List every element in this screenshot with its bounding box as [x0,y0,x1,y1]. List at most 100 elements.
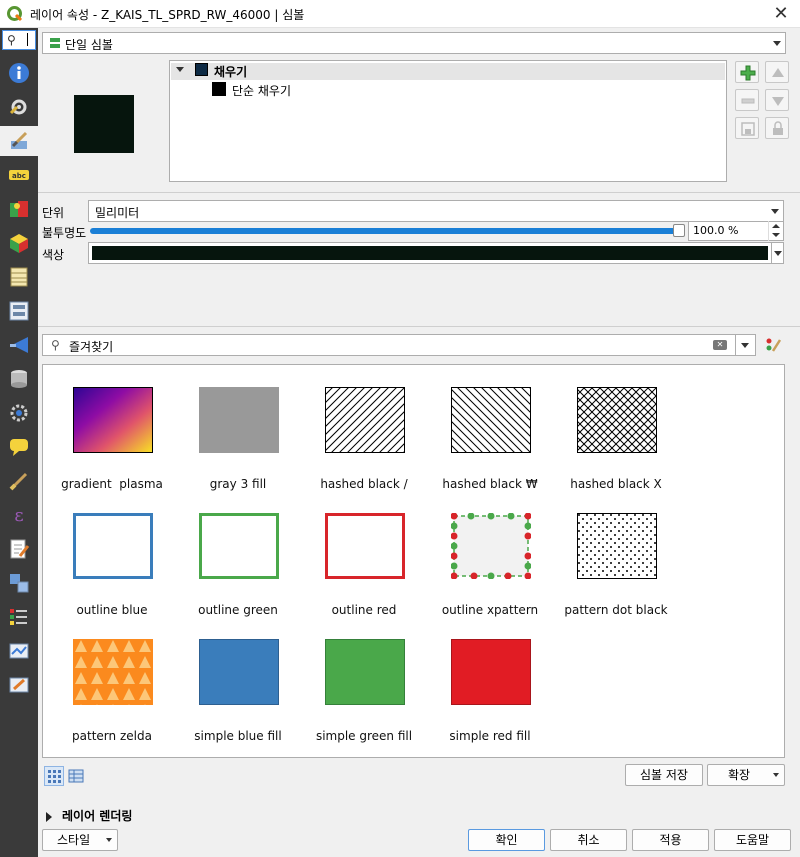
symbol-name: pattern zelda [72,729,152,743]
style-manager-icon[interactable] [764,336,782,354]
help-button[interactable]: 도움말 [714,829,791,851]
symbol-item[interactable]: gray 3 fill [175,375,301,501]
color-dropdown-button[interactable] [772,242,784,264]
pattern-dot-swatch [577,513,657,579]
sidebar-item-joins[interactable] [4,330,34,360]
symbol-name: gradient plasma [61,477,163,491]
symbol-item[interactable]: outline blue [49,501,175,627]
symbol-name: pattern dot black [564,603,668,617]
symbol-item[interactable]: outline xpattern [427,501,553,627]
duplicate-icon [741,122,755,136]
symbol-item[interactable]: hashed black ₩ [427,375,553,501]
grid-view-icon [48,770,61,783]
simple-blue-fill-swatch [199,639,279,705]
properties-sidebar: ⚲ abc ε [0,28,38,857]
style-label: 스타일 [57,833,91,847]
sidebar-item-metadata[interactable] [4,534,34,564]
sidebar-item-display[interactable] [4,432,34,462]
symbol-item[interactable]: simple green fill [301,627,427,753]
unit-value: 밀리미터 [95,206,140,220]
sidebar-item-masks[interactable] [4,194,34,224]
unit-select[interactable]: 밀리미터 [88,200,784,222]
color-label: 색상 [42,248,65,262]
icon-view-button[interactable] [44,766,64,786]
expand-triangle-icon[interactable] [46,812,52,822]
symbol-item[interactable]: hashed black / [301,375,427,501]
symbol-item[interactable]: simple red fill [427,627,553,753]
search-icon: ⚲ [7,33,16,47]
symbol-item[interactable]: simple blue fill [175,627,301,753]
hashed-cross-swatch [577,387,657,453]
save-symbol-button[interactable]: 심볼 저장 [625,764,703,786]
sidebar-item-dependencies[interactable] [4,568,34,598]
symbology-panel: 단일 심볼 채우기 단순 채우기 단위 밀리미터 불투명도 100.0 % 색상… [38,28,800,857]
symbol-name: hashed black / [320,477,408,491]
sidebar-search-input[interactable]: ⚲ [2,30,36,50]
simple-green-fill-swatch [325,639,405,705]
cancel-button[interactable]: 취소 [550,829,627,851]
opacity-slider-track[interactable] [90,228,682,234]
clear-icon[interactable]: ✕ [713,340,727,350]
symbol-preview [74,95,134,153]
arrow-down-icon [772,97,784,106]
symbol-item[interactable]: gradient plasma [49,375,175,501]
advanced-button[interactable]: 확장 [707,764,785,786]
symbol-name: gray 3 fill [209,477,267,491]
spin-down-icon[interactable] [772,233,780,237]
sidebar-item-auxiliary-storage[interactable] [4,364,34,394]
sidebar-item-symbology[interactable] [0,126,38,156]
chevron-down-icon [774,251,782,256]
symbol-layer-tree[interactable]: 채우기 단순 채우기 [169,60,727,182]
symbol-item[interactable]: pattern zelda [49,627,175,753]
add-symbol-layer-button[interactable] [735,61,759,83]
opacity-slider-handle[interactable] [673,224,685,237]
remove-symbol-layer-button[interactable] [735,89,759,111]
symbol-item[interactable]: pattern dot black [553,501,679,627]
legend-icon [10,609,27,625]
lock-layer-button[interactable] [765,117,789,139]
color-button[interactable] [88,242,772,264]
3d-cube-icon [10,234,28,253]
list-view-button[interactable] [66,766,86,786]
opacity-spin-buttons[interactable] [768,221,782,241]
tree-row-fill[interactable] [171,63,725,80]
duplicate-layer-button[interactable] [735,117,759,139]
sidebar-item-attributes-form[interactable] [4,296,34,326]
divider [38,326,800,327]
variables-epsilon-icon: ε [14,505,23,526]
sidebar-item-source[interactable] [4,92,34,122]
sidebar-item-qgis-server[interactable] [4,636,34,666]
symbol-item[interactable]: hashed black X [553,375,679,501]
symbology-brush-icon [11,131,28,149]
apply-button[interactable]: 적용 [632,829,709,851]
sidebar-item-variables[interactable]: ε [4,500,34,530]
sidebar-item-actions[interactable] [4,398,34,428]
sidebar-item-fields[interactable] [4,262,34,292]
sidebar-item-3d-view[interactable] [4,228,34,258]
style-menu-button[interactable]: 스타일 [42,829,118,851]
tree-label-simple-fill[interactable]: 단순 채우기 [232,82,291,99]
symbol-item[interactable]: outline red [301,501,427,627]
rendering-brush-icon [9,472,28,491]
move-up-button[interactable] [765,61,789,83]
renderer-type-select[interactable]: 단일 심볼 [42,32,786,54]
spin-up-icon[interactable] [772,224,780,228]
tree-label-fill: 채우기 [214,65,248,79]
expand-triangle-icon[interactable] [176,67,184,72]
layer-rendering-section[interactable]: 레이어 렌더링 [62,807,132,824]
sidebar-item-labels[interactable]: abc [4,160,34,190]
ok-button[interactable]: 확인 [468,829,545,851]
unit-label: 단위 [42,206,65,220]
tag-filter-dropdown[interactable] [736,334,756,356]
symbol-search-input[interactable]: ⚲ 즐겨찾기 ✕ [42,334,736,356]
sidebar-item-rendering[interactable] [4,466,34,496]
sidebar-item-information[interactable] [4,58,34,88]
symbol-item[interactable]: outline green [175,501,301,627]
close-icon[interactable]: ✕ [770,3,792,25]
information-icon [9,63,29,83]
sidebar-item-digitizing[interactable] [4,670,34,700]
move-down-button[interactable] [765,89,789,111]
hashed-backward-swatch [451,387,531,453]
color-swatch [92,246,768,260]
sidebar-item-legend[interactable] [4,602,34,632]
